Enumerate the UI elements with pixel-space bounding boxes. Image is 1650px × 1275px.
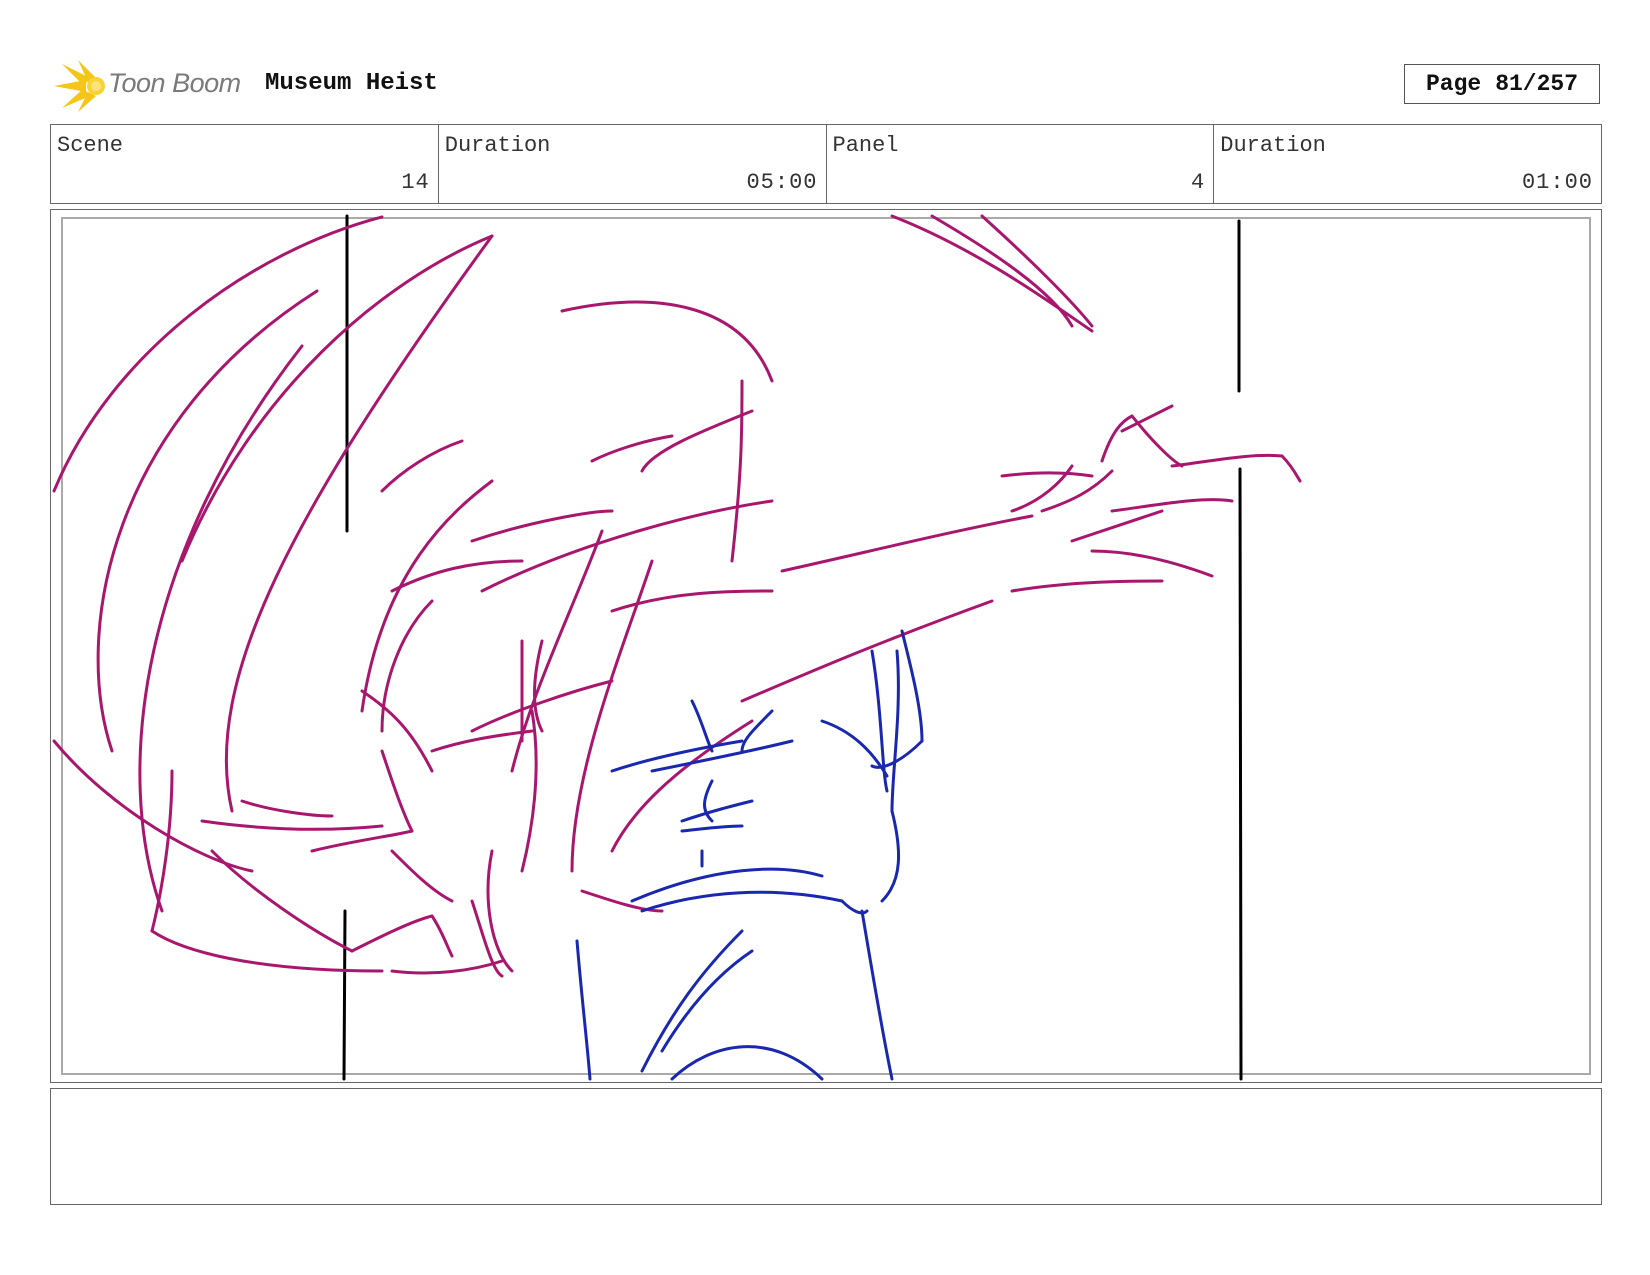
scene-label: Scene (57, 133, 124, 158)
scene-cell: Scene 14 (51, 125, 439, 203)
panel-value: 4 (1191, 170, 1206, 195)
character-sketch (52, 214, 1302, 978)
page-indicator: Page 81/257 (1404, 64, 1600, 104)
panel-info-table: Scene 14 Duration 05:00 Panel 4 Duration… (50, 124, 1602, 204)
page-label: Page (1425, 71, 1482, 97)
panel-duration-value: 01:00 (1521, 170, 1593, 195)
panel-notes-box (50, 1088, 1602, 1205)
panel-cell: Panel 4 (827, 125, 1215, 203)
logo-text: Toon Boom (108, 68, 241, 98)
scene-duration-cell: Duration 05:00 (439, 125, 827, 203)
page-number: 81/257 (1495, 71, 1579, 97)
toon-boom-logo: Toon Boom (52, 58, 252, 114)
pillar-lines (342, 214, 1243, 1081)
project-title: Museum Heist (265, 70, 438, 97)
starburst-icon (54, 60, 105, 112)
panel-label: Panel (832, 133, 899, 158)
scene-duration-value: 05:00 (746, 170, 818, 195)
storyboard-sketch (52, 214, 1302, 1081)
panel-duration-label: Duration (1220, 133, 1326, 158)
scene-value: 14 (401, 170, 430, 195)
panel-duration-cell: Duration 01:00 (1214, 125, 1601, 203)
scene-duration-label: Duration (444, 133, 551, 158)
